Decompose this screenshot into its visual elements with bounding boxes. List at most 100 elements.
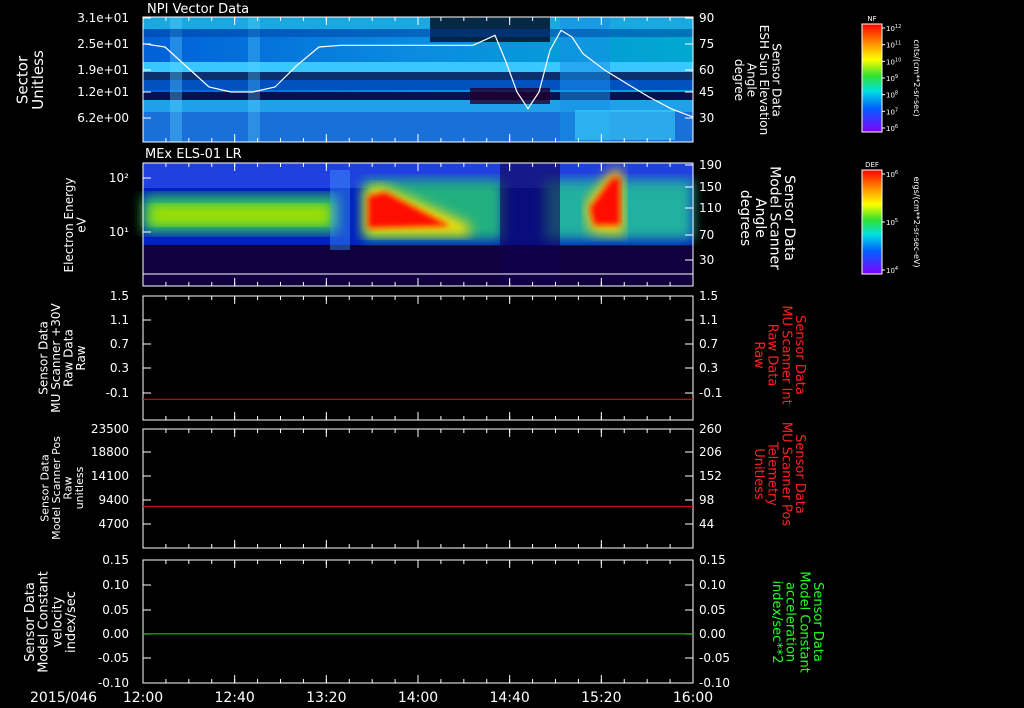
colorbar-1-unit-line: cnts/(cm**2-sr-sec) xyxy=(912,39,921,116)
panel-1-title: NPI Vector Data xyxy=(147,2,249,17)
panel-4-ylabel-left: Sensor DataModel Scanner PosRawunitless xyxy=(39,436,87,540)
y-tick-label-left: 23500 xyxy=(91,422,129,436)
y-tick-label-right: 260 xyxy=(699,422,722,436)
y-tick-label-left: 6.2e+00 xyxy=(77,111,129,125)
y-tick-label-left: 1.5 xyxy=(110,289,129,303)
colorbar-2-tick: 105 xyxy=(886,218,898,227)
y-tick-label-left: 4700 xyxy=(98,517,129,531)
y-tick-label-left: -0.05 xyxy=(98,651,129,665)
x-tick-label: 15:20 xyxy=(581,690,621,706)
colorbar-2-unit-line: ergs/(cm**2-sr-sec-eV) xyxy=(912,176,921,267)
colorbar-1 xyxy=(861,23,883,133)
plot-canvas: NPI Vector Data MEx ELS-01 LR 3.1e+01 2.5e+… xyxy=(13,2,921,706)
y-tick-label-left: 14100 xyxy=(91,469,129,483)
panel-1-ylabel-right-line: degree xyxy=(732,59,746,101)
y-tick-label-left: 0.10 xyxy=(102,578,129,592)
panel-3-ylabel-right: Sensor DataMU Scanner IntRaw DataRaw xyxy=(751,305,807,404)
y-tick-label-right: 98 xyxy=(699,493,714,507)
x-tick-label: 14:40 xyxy=(489,690,529,706)
x-tick-label: 14:00 xyxy=(398,690,438,706)
panel-5-frame xyxy=(142,559,694,684)
y-tick-label-right: 44 xyxy=(699,517,714,531)
y-tick-label-left: 0.05 xyxy=(102,603,129,617)
y-tick-label-right: 1.1 xyxy=(699,313,718,327)
y-tick-label-right: 0.7 xyxy=(699,337,718,351)
y-tick-label-right: 190 xyxy=(699,158,722,172)
panel-4-frame xyxy=(142,428,694,549)
panel-2-ylabel-right-line: Sensor Data xyxy=(781,175,797,261)
y-tick-label-left: 3.1e+01 xyxy=(77,11,129,25)
y-tick-label-right: 90 xyxy=(699,11,714,25)
y-tick-label-right: -0.1 xyxy=(699,386,722,400)
colorbar-1-tick: 1012 xyxy=(886,24,901,33)
panel-4-ylabel-right: Sensor DataMU Scanner PosTelemetryUnitle… xyxy=(751,422,807,527)
y-tick-label-left: 18800 xyxy=(91,445,129,459)
colorbar-2-label: DEF xyxy=(865,161,879,169)
panel-3-ylabel-left-line: Raw xyxy=(74,345,88,370)
y-tick-label-left: 1.2e+01 xyxy=(77,85,129,99)
panel-2-ylabel-left-line: eV xyxy=(75,216,89,232)
panel-4-ylabel-right-line: Unitless xyxy=(751,448,766,500)
panel-2-ylabel-right-line: Angle xyxy=(752,198,768,238)
y-tick-label-left: 2.5e+01 xyxy=(77,37,129,51)
y-tick-label-left: 1.9e+01 xyxy=(77,63,129,77)
y-tick-label-left: 1.1 xyxy=(110,313,129,327)
colorbar-1-tick: 106 xyxy=(886,124,898,133)
y-tick-label-left: 0.00 xyxy=(102,627,129,641)
panel-2-title: MEx ELS-01 LR xyxy=(145,147,242,162)
y-tick-label-right: 150 xyxy=(699,180,722,194)
y-tick-label-right: 0.10 xyxy=(699,578,726,592)
panel-4-ylabel-left-line: unitless xyxy=(73,466,86,509)
colorbar-1-tick: 1010 xyxy=(886,57,901,66)
colorbar-1-tick: 107 xyxy=(886,107,898,116)
y-tick-label-right: 110 xyxy=(699,201,722,215)
y-tick-label-left: 10¹ xyxy=(109,225,129,239)
npi-spectrogram xyxy=(143,17,693,142)
y-tick-label-right: 70 xyxy=(699,228,714,242)
panel-5-ylabel-left: Sensor DataModel Constantvelocityindex/s… xyxy=(23,571,79,673)
panel-5-ylabel-left-line: index/sec xyxy=(64,591,79,653)
y-tick-label-right: -0.05 xyxy=(699,651,730,665)
els-spectrogram xyxy=(143,163,693,286)
panel-5-ylabel-right: Sensor DataModel Constantaccelerationind… xyxy=(769,571,825,673)
y-tick-label-left: -0.1 xyxy=(106,386,129,400)
panel-1-ylabel-right: Sensor DataESH Sun ElevationAngledegree xyxy=(732,25,784,135)
panel-2-ylabel-right: Sensor DataModel ScannerAngledegrees xyxy=(737,166,797,270)
y-tick-label-right: 0.15 xyxy=(699,553,726,567)
panel-3-frame xyxy=(142,295,694,421)
panel-3-ylabel-left: Sensor DataMU Scanner +30VRaw DataRaw xyxy=(36,303,88,413)
y-tick-label-left: -0.10 xyxy=(98,676,129,690)
y-tick-label-right: 30 xyxy=(699,111,714,125)
y-tick-label-right: 152 xyxy=(699,469,722,483)
panel-1-ylabel-left: SectorUnitless xyxy=(13,50,47,110)
x-tick-label: 12:00 xyxy=(123,690,163,706)
y-tick-label-right: 0.3 xyxy=(699,361,718,375)
panel-2-ylabel-left: Electron EnergyeV xyxy=(62,177,89,272)
y-tick-label-right: 1.5 xyxy=(699,289,718,303)
y-tick-label-left: 0.15 xyxy=(102,553,129,567)
plot-window: NPI Vector Data MEx ELS-01 LR 3.1e+01 2.5e+… xyxy=(0,0,1024,708)
colorbar-2 xyxy=(861,169,883,275)
x-tick-label: 12:40 xyxy=(214,690,254,706)
y-tick-label-left: 0.7 xyxy=(110,337,129,351)
x-axis-date: 2015/046 xyxy=(30,690,97,706)
panel-2-ylabel-right-line: degrees xyxy=(737,190,753,246)
y-tick-label-right: 0.00 xyxy=(699,627,726,641)
colorbar-1-tick: 1011 xyxy=(886,41,901,50)
colorbar-1-tick: 108 xyxy=(886,91,898,100)
y-tick-label-right: -0.10 xyxy=(699,676,730,690)
x-tick-label: 16:00 xyxy=(673,690,713,706)
panel-5-ylabel-right-line: index/sec**2 xyxy=(769,580,784,663)
colorbar-1-label: NF xyxy=(867,15,876,23)
panel-3-ylabel-right-line: Raw xyxy=(751,341,766,369)
y-tick-label-left: 10² xyxy=(109,171,129,185)
colorbar-1-tick: 109 xyxy=(886,74,898,83)
panel-1-ylabel-left-line: Unitless xyxy=(29,50,47,110)
colorbar-2-unit: ergs/(cm**2-sr-sec-eV) xyxy=(912,176,921,267)
colorbar-2-tick: 104 xyxy=(886,266,898,275)
y-tick-label-left: 9400 xyxy=(98,493,129,507)
panel-2-ylabel-right-line: Model Scanner xyxy=(766,166,782,270)
y-tick-label-right: 0.05 xyxy=(699,603,726,617)
x-tick-label: 13:20 xyxy=(306,690,346,706)
y-tick-label-right: 60 xyxy=(699,63,714,77)
